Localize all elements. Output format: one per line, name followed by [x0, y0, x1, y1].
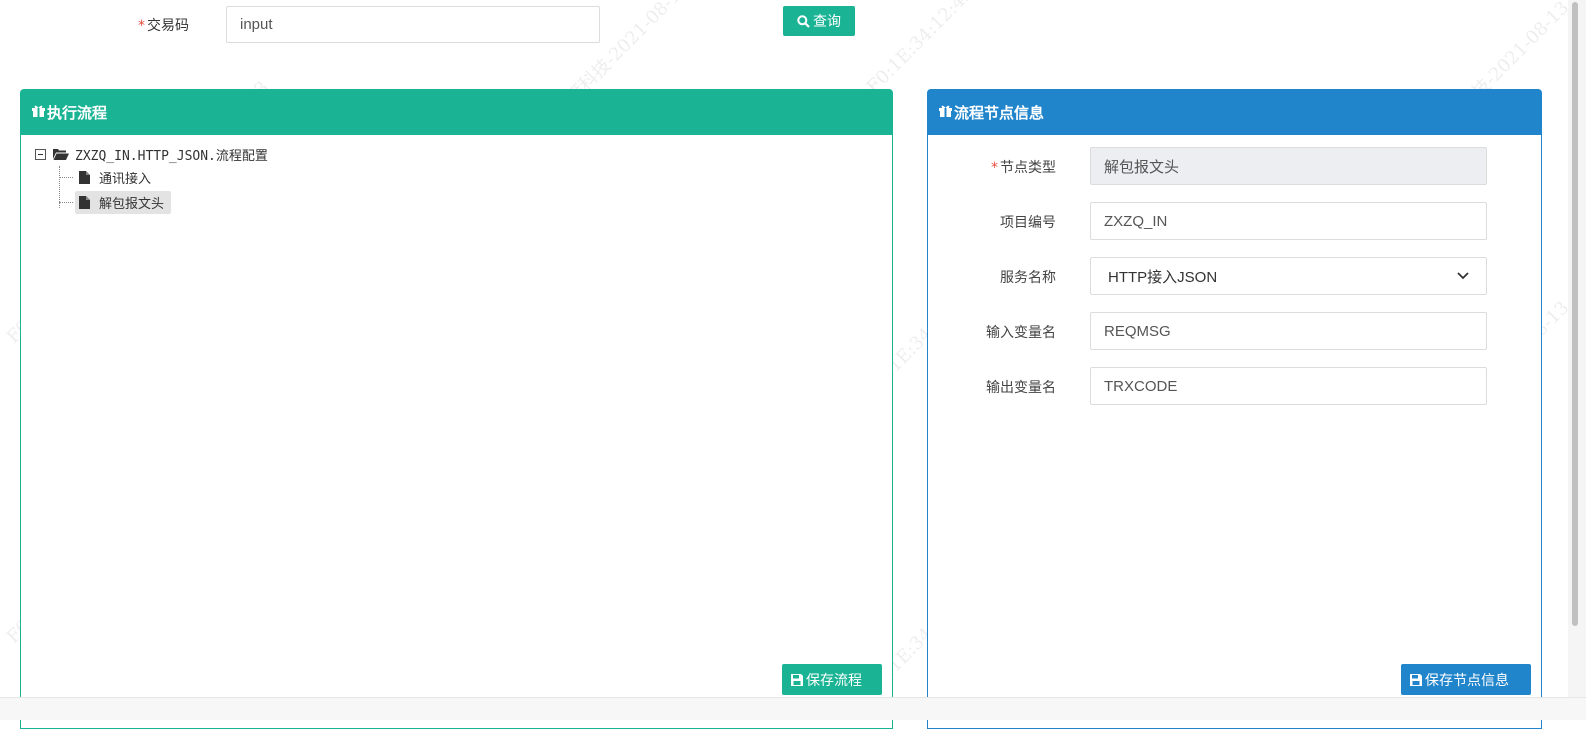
form-row-project-code: 项目编号 [928, 202, 1541, 240]
vertical-scrollbar[interactable] [1568, 0, 1586, 698]
search-icon [797, 14, 810, 28]
node-type-label: * 节点类型 [991, 160, 1056, 176]
folder-open-icon [53, 149, 69, 160]
project-code-field[interactable] [1090, 202, 1487, 240]
vertical-scroll-thumb[interactable] [1572, 2, 1578, 626]
node-info-title: 流程节点信息 [954, 104, 1045, 122]
collapse-toggle-icon[interactable] [35, 148, 46, 160]
service-name-value: HTTP接入JSON [1108, 268, 1218, 286]
tree-node-label: 解包报文头 [99, 196, 165, 212]
execution-flow-header: 执行流程 [21, 90, 892, 135]
output-var-field[interactable] [1090, 367, 1487, 405]
form-row-service-name: 服务名称 HTTP接入JSON [928, 257, 1541, 295]
required-mark: * [991, 160, 998, 176]
file-icon [79, 170, 90, 184]
service-name-label: 服务名称 [1000, 270, 1056, 286]
tree-node-comm-access[interactable]: 通讯接入 [59, 166, 268, 188]
form-row-node-type: * 节点类型 [928, 147, 1541, 185]
form-row-output-var: 输出变量名 [928, 367, 1541, 405]
form-row-input-var: 输入变量名 [928, 312, 1541, 350]
project-code-label: 项目编号 [1000, 215, 1056, 231]
save-node-info-button[interactable]: 保存节点信息 [1401, 664, 1531, 695]
chevron-down-icon [1457, 272, 1469, 280]
gift-icon [32, 105, 45, 121]
floppy-disk-icon [791, 673, 803, 686]
execution-flow-panel: 执行流程 ZXZQ_IN.HTTP_JSON.流程配置 通讯接入 解包报文头 [20, 89, 893, 729]
save-flow-button[interactable]: 保存流程 [782, 664, 882, 695]
service-name-select[interactable]: HTTP接入JSON [1090, 257, 1487, 295]
tree-children: 通讯接入 解包报文头 [59, 166, 268, 214]
execution-flow-title: 执行流程 [47, 104, 108, 122]
watermark-text: F0:1E:34:12:4D:30-银雁科技-2021-08-13 [860, 0, 1134, 98]
required-mark: * [138, 18, 145, 34]
floppy-disk-icon [1410, 673, 1422, 686]
gift-icon [939, 105, 952, 121]
output-var-label: 输出变量名 [986, 380, 1056, 396]
node-info-panel: 流程节点信息 *节点类型 项目编号 服务名称 HTTP接入JSON 输入变量名 … [927, 89, 1542, 729]
save-flow-label: 保存流程 [806, 672, 862, 689]
query-button[interactable]: 查询 [783, 6, 855, 36]
flow-tree: ZXZQ_IN.HTTP_JSON.流程配置 通讯接入 解包报文头 [35, 145, 268, 214]
trade-code-input[interactable] [226, 6, 600, 43]
node-type-field[interactable] [1090, 147, 1487, 185]
tree-node-label: 通讯接入 [99, 171, 152, 187]
tree-root-node[interactable]: ZXZQ_IN.HTTP_JSON.流程配置 [35, 145, 268, 164]
trade-code-label-text: 交易码 [147, 18, 189, 34]
file-icon [79, 195, 90, 209]
tree-node-unpack-header[interactable]: 解包报文头 [59, 190, 268, 214]
query-button-label: 查询 [813, 14, 841, 30]
save-node-info-label: 保存节点信息 [1425, 672, 1509, 689]
tree-branch-line [59, 202, 73, 203]
trade-code-label: * 交易码 [138, 15, 189, 35]
input-var-label: 输入变量名 [986, 325, 1056, 341]
tree-root-label: ZXZQ_IN.HTTP_JSON.流程配置 [75, 148, 268, 164]
horizontal-scrollbar[interactable] [0, 697, 1586, 720]
node-info-header: 流程节点信息 [928, 90, 1541, 135]
input-var-field[interactable] [1090, 312, 1487, 350]
tree-branch-line [59, 177, 73, 178]
